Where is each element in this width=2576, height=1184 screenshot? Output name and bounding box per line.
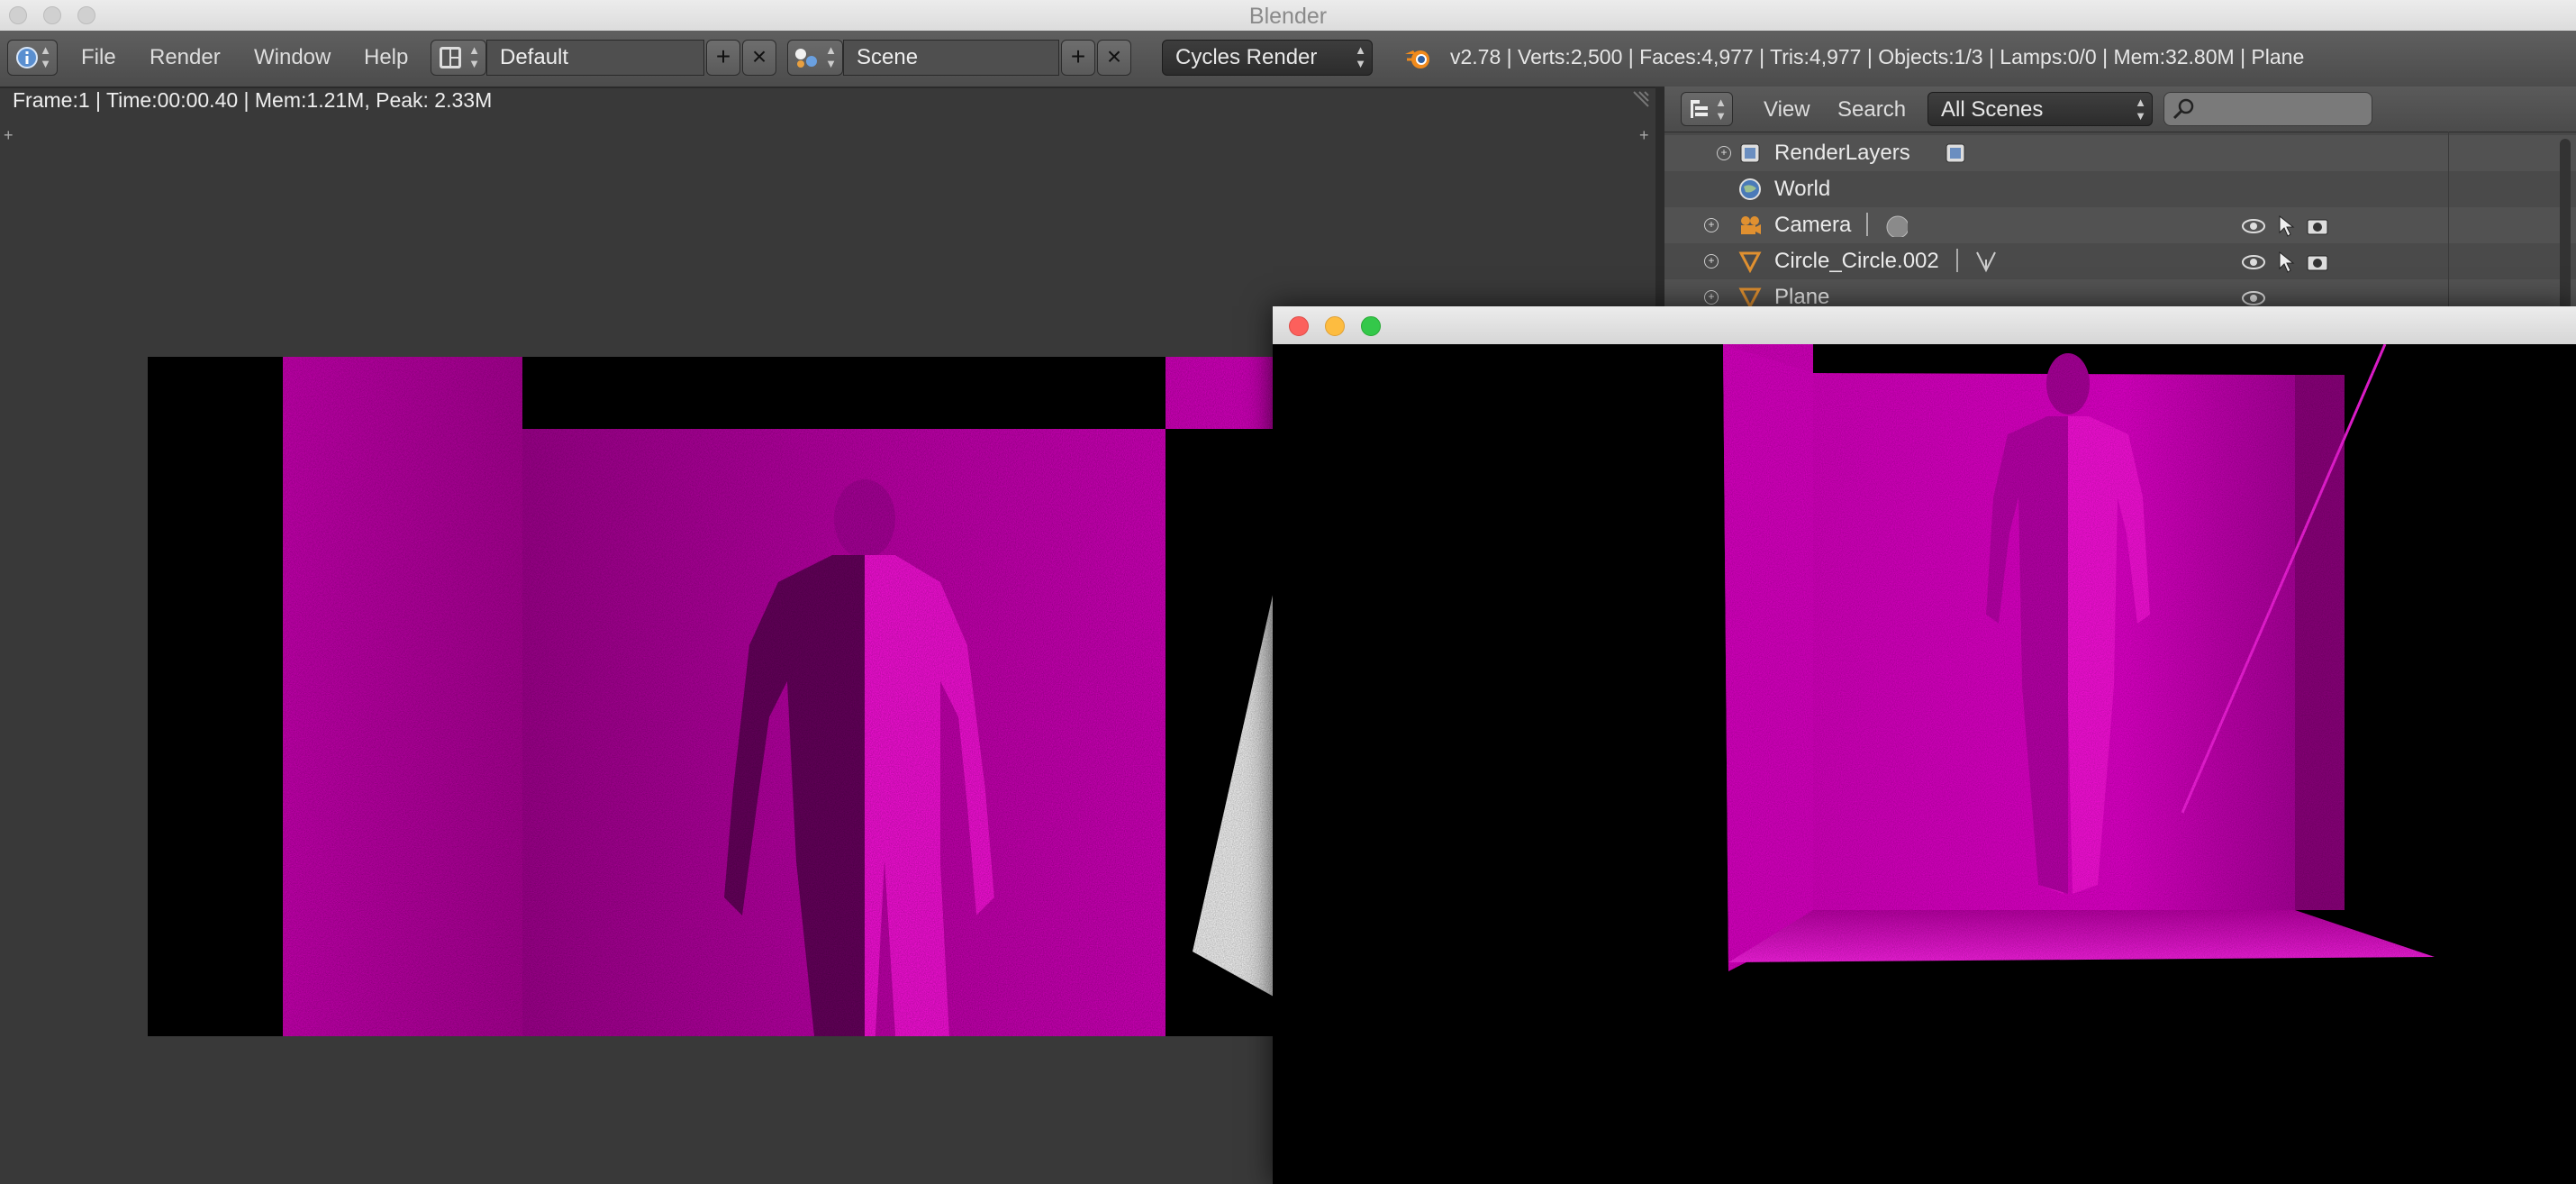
blender-logo-icon xyxy=(1405,50,1429,68)
eye-icon[interactable] xyxy=(2241,254,2266,270)
eye-icon[interactable] xyxy=(2241,218,2266,234)
screen-layout-field[interactable]: Default xyxy=(486,40,704,76)
outliner-row-world[interactable]: World xyxy=(1664,171,2576,207)
display-mode-label: All Scenes xyxy=(1941,97,2044,122)
render-engine-label: Cycles Render xyxy=(1175,45,1318,69)
world-icon xyxy=(1739,178,1761,200)
render-viewer-titlebar[interactable] xyxy=(1273,306,2576,345)
scene-stats: v2.78 | Verts:2,500 | Faces:4,977 | Tris… xyxy=(1450,45,2305,68)
expand-icon[interactable]: + xyxy=(1704,254,1719,269)
renderlayers-icon xyxy=(1740,143,1760,163)
area-corner-icon[interactable] xyxy=(1630,88,1652,110)
scene-selector[interactable]: ▲ ▼ xyxy=(787,40,843,76)
outliner-row-camera[interactable]: + Camera xyxy=(1664,207,2576,243)
render-viewer-window[interactable] xyxy=(1273,306,2576,1184)
minimize-window-button[interactable] xyxy=(1325,316,1345,336)
outliner-panel: ▲ ▼ View Search All Scenes ▲ ▼ + RenderLay… xyxy=(1664,87,2576,312)
outliner-row-renderlayers[interactable]: + RenderLayers xyxy=(1664,135,2576,171)
scene-icon xyxy=(795,49,817,68)
window-title: Blender xyxy=(1248,4,1328,29)
area-divider[interactable] xyxy=(1655,87,1664,312)
menu-help[interactable]: Help xyxy=(364,45,408,70)
render-result-image xyxy=(148,357,1274,1036)
chevron-updown-icon: ▲ ▼ xyxy=(40,43,51,70)
mesh-icon xyxy=(1738,251,1762,273)
camera-data-icon xyxy=(1886,215,1908,237)
outliner-row-label: Camera xyxy=(1774,213,1852,237)
render-engine-dropdown[interactable]: Cycles Render ▲ ▼ xyxy=(1162,40,1373,76)
scene-field[interactable]: Scene xyxy=(843,40,1059,76)
chevron-updown-icon: ▲ ▼ xyxy=(2135,96,2146,123)
info-header: ▲ ▼ File Render Window Help ▲ ▼ Default + … xyxy=(0,31,2576,88)
display-mode-dropdown[interactable]: All Scenes ▲ ▼ xyxy=(1927,92,2153,126)
render-camera-icon[interactable] xyxy=(2306,215,2329,237)
camera-icon xyxy=(1741,216,1761,234)
eye-icon[interactable] xyxy=(2241,290,2266,306)
outliner-row-circle[interactable]: + Circle_Circle.002 xyxy=(1664,243,2576,279)
screen-layout-icon xyxy=(440,47,461,68)
remove-layout-button[interactable]: × xyxy=(742,40,776,76)
cursor-icon[interactable] xyxy=(2277,250,2295,274)
chevron-updown-icon: ▲ ▼ xyxy=(1715,96,1727,123)
render-preview-image xyxy=(1273,344,2576,1184)
screen-layout-selector[interactable]: ▲ ▼ xyxy=(431,40,486,76)
search-icon xyxy=(2172,98,2194,120)
outliner-header: ▲ ▼ View Search All Scenes ▲ ▼ xyxy=(1664,87,2576,132)
region-expand-icon[interactable]: + xyxy=(4,126,14,145)
outliner-scrollbar[interactable] xyxy=(2560,139,2571,310)
render-info-text: Frame:1 | Time:00:00.40 | Mem:1.21M, Pea… xyxy=(13,88,493,112)
region-expand-icon[interactable]: + xyxy=(1639,126,1649,145)
expand-icon[interactable]: + xyxy=(1717,146,1731,160)
menu-render[interactable]: Render xyxy=(150,45,221,70)
zoom-window-button[interactable] xyxy=(1361,316,1381,336)
close-window-button[interactable] xyxy=(1289,316,1309,336)
chevron-updown-icon: ▲ ▼ xyxy=(825,43,837,70)
renderlayers-icon xyxy=(1946,143,1965,163)
outliner-row-label: Circle_Circle.002 xyxy=(1774,249,1939,273)
outliner-view-menu[interactable]: View xyxy=(1764,97,1810,123)
mesh-data-icon xyxy=(1976,251,1996,273)
outliner-editor-selector[interactable]: ▲ ▼ xyxy=(1681,92,1733,126)
outliner-row-label: World xyxy=(1774,177,1831,201)
outliner-search-input[interactable] xyxy=(2163,92,2372,126)
chevron-updown-icon: ▲ ▼ xyxy=(468,43,480,70)
expand-icon[interactable]: + xyxy=(1704,218,1719,232)
add-layout-button[interactable]: + xyxy=(706,40,740,76)
info-icon xyxy=(16,47,38,68)
outliner-icon xyxy=(1691,100,1708,118)
expand-icon[interactable]: + xyxy=(1704,290,1719,305)
editor-type-selector[interactable]: ▲ ▼ xyxy=(7,40,58,76)
window-titlebar: Blender xyxy=(0,0,2576,32)
outliner-row-label: RenderLayers xyxy=(1774,141,1910,165)
menu-file[interactable]: File xyxy=(81,45,116,70)
menu-window[interactable]: Window xyxy=(254,45,331,70)
render-camera-icon[interactable] xyxy=(2306,251,2329,273)
outliner-search-menu[interactable]: Search xyxy=(1837,97,1906,123)
remove-scene-button[interactable]: × xyxy=(1097,40,1131,76)
add-scene-button[interactable]: + xyxy=(1061,40,1095,76)
chevron-updown-icon: ▲ ▼ xyxy=(1355,43,1366,70)
cursor-icon[interactable] xyxy=(2277,214,2295,238)
